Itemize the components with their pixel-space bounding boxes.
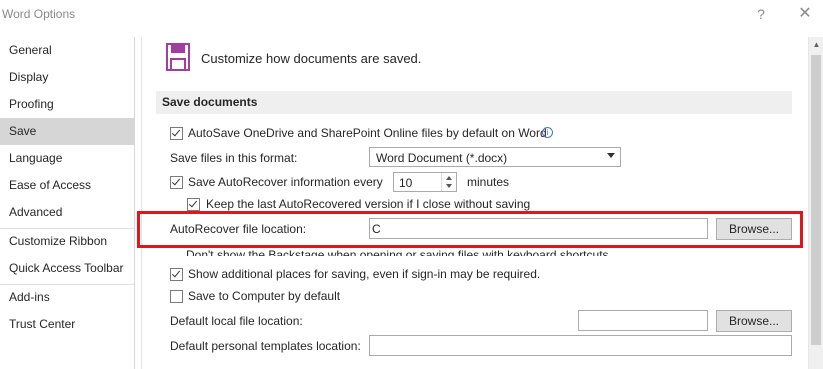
help-button[interactable]: ? [752,4,770,24]
additional-places-checkbox[interactable] [170,268,183,281]
save-floppy-icon [166,43,190,71]
save-computer-label: Save to Computer by default [188,289,341,303]
options-nav: General Display Proofing Save Language E… [0,37,135,369]
window-title: Word Options [2,7,76,21]
additional-places-label: Show additional places for saving, even … [188,267,541,281]
nav-item-general[interactable]: General [0,37,134,64]
vertical-scrollbar[interactable]: ▲ [808,37,823,369]
autorecover-minutes-value: 10 [399,176,413,190]
stepper-buttons[interactable] [441,173,456,191]
default-templates-label: Default personal templates location: [170,339,361,353]
nav-item-proofing[interactable]: Proofing [0,91,134,118]
nav-item-display[interactable]: Display [0,64,134,91]
save-format-dropdown[interactable]: Word Document (*.docx) [369,147,621,167]
nav-item-trust-center[interactable]: Trust Center [0,311,134,338]
chevron-down-icon [607,153,615,158]
nav-item-add-ins[interactable]: Add-ins [0,284,134,311]
nav-item-save[interactable]: Save [0,118,134,145]
nav-item-customize-ribbon[interactable]: Customize Ribbon [0,228,134,255]
header-description: Customize how documents are saved. [201,51,422,66]
default-templates-input[interactable] [369,335,792,356]
highlight-box [137,211,803,248]
autorecover-minutes-stepper[interactable]: 10 [393,172,457,192]
backstage-label: Don't show the Backstage when opening or… [186,248,609,256]
save-format-value: Word Document (*.docx) [376,151,508,165]
autosave-checkbox[interactable] [170,127,183,140]
nav-item-language[interactable]: Language [0,145,134,172]
default-local-label: Default local file location: [170,314,303,328]
keep-last-checkbox[interactable] [187,198,200,211]
autosave-label: AutoSave OneDrive and SharePoint Online … [188,126,547,140]
nav-item-advanced[interactable]: Advanced [0,199,134,226]
close-button[interactable]: ✕ [795,4,815,24]
minutes-label: minutes [467,175,510,189]
section-title: Save documents [162,95,258,109]
save-computer-checkbox[interactable] [170,290,183,303]
default-local-input[interactable] [578,310,708,331]
keep-last-label: Keep the last AutoRecovered version if I… [206,197,531,211]
autorecover-label: Save AutoRecover information every [188,175,383,189]
scroll-thumb[interactable] [811,55,821,345]
section-header: Save documents [156,91,792,114]
browse-button-2[interactable]: Browse... [716,310,792,332]
title-bar: Word Options ? ✕ [0,0,823,30]
nav-item-quick-access-toolbar[interactable]: Quick Access Toolbar [0,255,134,282]
increment-arrow-icon[interactable] [446,176,452,180]
nav-item-ease-of-access[interactable]: Ease of Access [0,172,134,199]
autorecover-checkbox[interactable] [170,176,183,189]
save-format-label: Save files in this format: [170,151,298,165]
info-icon[interactable]: i [542,127,553,138]
decrement-arrow-icon[interactable] [446,184,452,188]
scroll-up-arrow-icon[interactable]: ▲ [809,39,823,51]
